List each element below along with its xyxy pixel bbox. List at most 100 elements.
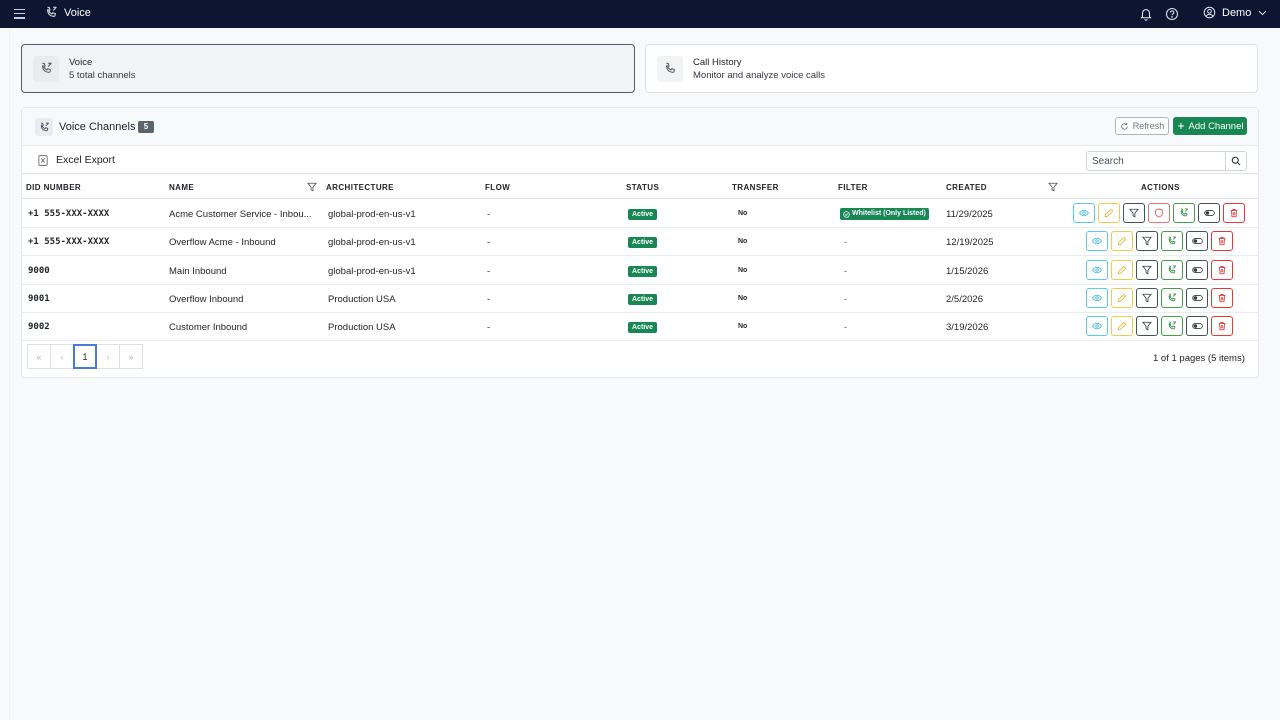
created-date: 1/15/2026 xyxy=(946,265,989,277)
delete-button[interactable] xyxy=(1223,203,1245,223)
help-icon[interactable] xyxy=(1165,7,1179,21)
flow: - xyxy=(487,293,491,305)
search-button[interactable] xyxy=(1225,151,1247,171)
filter-button[interactable] xyxy=(1136,259,1158,280)
column-header-created[interactable]: CREATED xyxy=(946,183,987,192)
view-button[interactable] xyxy=(1086,316,1108,337)
view-button[interactable] xyxy=(1073,203,1095,223)
call-button[interactable] xyxy=(1173,203,1195,223)
toggle-button[interactable] xyxy=(1186,287,1208,308)
toggle-icon xyxy=(1191,266,1203,274)
filter-button[interactable] xyxy=(1136,231,1158,252)
prev-page-button[interactable]: ‹ xyxy=(50,344,74,369)
phone-wave-icon xyxy=(1167,265,1177,275)
filter-value: - xyxy=(844,293,847,304)
filter-value: - xyxy=(844,322,847,333)
table-row[interactable]: +1 555-XXX-XXXX Acme Customer Service - … xyxy=(22,200,1258,228)
transfer-value: No xyxy=(738,294,748,302)
filter-button[interactable] xyxy=(1136,287,1158,308)
pencil-icon xyxy=(1117,236,1127,246)
user-menu[interactable]: Demo xyxy=(1203,6,1268,19)
pencil-icon xyxy=(1117,321,1127,331)
phone-wave-icon xyxy=(35,118,53,136)
edit-button[interactable] xyxy=(1098,203,1120,223)
add-channel-button[interactable]: Add Channel xyxy=(1173,117,1247,135)
toggle-button[interactable] xyxy=(1186,259,1208,280)
card-subtitle: Monitor and analyze voice calls xyxy=(693,69,826,81)
table-row[interactable]: +1 555-XXX-XXXX Overflow Acme - Inbound … xyxy=(22,228,1258,257)
column-header-actions: ACTIONS xyxy=(1141,183,1180,192)
app-brand[interactable]: Voice xyxy=(45,6,91,19)
refresh-button[interactable]: Refresh xyxy=(1115,117,1169,135)
filter-button[interactable] xyxy=(1136,316,1158,337)
created-filter-icon[interactable] xyxy=(1048,182,1058,192)
phone-wave-icon xyxy=(1179,208,1189,218)
sidebar-divider xyxy=(9,28,10,720)
view-button[interactable] xyxy=(1086,287,1108,308)
card-title: Voice xyxy=(69,56,93,68)
delete-button[interactable] xyxy=(1211,259,1233,280)
edit-button[interactable] xyxy=(1111,316,1133,337)
call-button[interactable] xyxy=(1161,259,1183,280)
excel-file-icon xyxy=(38,154,48,166)
search-icon xyxy=(1231,156,1241,166)
channel-count-badge: 5 xyxy=(138,121,154,133)
table-row[interactable]: 9000 Main Inbound global-prod-en-us-v1 -… xyxy=(22,257,1258,285)
search-input[interactable] xyxy=(1086,151,1226,171)
column-header-filter[interactable]: FILTER xyxy=(838,183,868,192)
phone-wave-icon xyxy=(33,55,59,82)
filter-button[interactable] xyxy=(1123,203,1145,223)
view-button[interactable] xyxy=(1086,259,1108,280)
filter-badge: Whitelist (Only Listed) xyxy=(840,208,929,220)
column-header-did[interactable]: DID NUMBER xyxy=(26,183,81,192)
toggle-button[interactable] xyxy=(1198,203,1220,223)
table-row[interactable]: 9001 Overflow Inbound Production USA - A… xyxy=(22,285,1258,313)
delete-button[interactable] xyxy=(1211,316,1233,337)
toggle-button[interactable] xyxy=(1186,316,1208,337)
page-1-button[interactable]: 1 xyxy=(73,344,97,369)
column-header-transfer[interactable]: TRANSFER xyxy=(732,183,779,192)
delete-button[interactable] xyxy=(1211,231,1233,252)
card-subtitle: 5 total channels xyxy=(69,69,136,81)
eye-icon xyxy=(1092,293,1102,303)
column-header-architecture[interactable]: ARCHITECTURE xyxy=(326,183,394,192)
created-date: 3/19/2026 xyxy=(946,322,989,334)
created-date: 11/29/2025 xyxy=(946,209,993,220)
eye-icon xyxy=(1092,236,1102,246)
call-button[interactable] xyxy=(1161,287,1183,308)
table-row[interactable]: 9002 Customer Inbound Production USA - A… xyxy=(22,313,1258,342)
card-call-history[interactable]: Call History Monitor and analyze voice c… xyxy=(645,44,1258,93)
name-filter-icon[interactable] xyxy=(307,182,317,192)
card-voice[interactable]: Voice 5 total channels xyxy=(21,44,635,93)
first-page-button[interactable]: « xyxy=(27,344,51,369)
flow: - xyxy=(487,265,491,277)
toggle-button[interactable] xyxy=(1186,231,1208,252)
channel-name: Acme Customer Service - Inbou... xyxy=(169,209,312,220)
last-page-button[interactable]: » xyxy=(119,344,143,369)
call-button[interactable] xyxy=(1161,316,1183,337)
channel-name: Main Inbound xyxy=(169,265,227,277)
did-number: +1 555-XXX-XXXX xyxy=(28,237,110,248)
chevron-down-icon xyxy=(1259,10,1267,16)
edit-button[interactable] xyxy=(1111,259,1133,280)
toggle-icon xyxy=(1191,237,1203,245)
bell-icon[interactable] xyxy=(1139,7,1153,21)
top-navbar: Voice Demo xyxy=(0,0,1280,28)
hamburger-menu-icon[interactable] xyxy=(14,9,25,19)
call-button[interactable] xyxy=(1161,231,1183,252)
did-number: 9002 xyxy=(28,322,50,333)
security-button[interactable] xyxy=(1148,203,1170,223)
column-header-flow[interactable]: FLOW xyxy=(485,183,510,192)
funnel-icon xyxy=(1142,293,1152,303)
architecture: global-prod-en-us-v1 xyxy=(328,265,416,277)
view-button[interactable] xyxy=(1086,231,1108,252)
edit-button[interactable] xyxy=(1111,287,1133,308)
excel-export-button[interactable]: Excel Export xyxy=(38,154,115,166)
next-page-button[interactable]: › xyxy=(96,344,120,369)
column-header-status[interactable]: STATUS xyxy=(626,183,659,192)
edit-button[interactable] xyxy=(1111,231,1133,252)
column-header-name[interactable]: NAME xyxy=(169,183,194,192)
delete-button[interactable] xyxy=(1211,287,1233,308)
trash-icon xyxy=(1217,265,1227,275)
pagination: « ‹ 1 › » xyxy=(27,344,143,369)
